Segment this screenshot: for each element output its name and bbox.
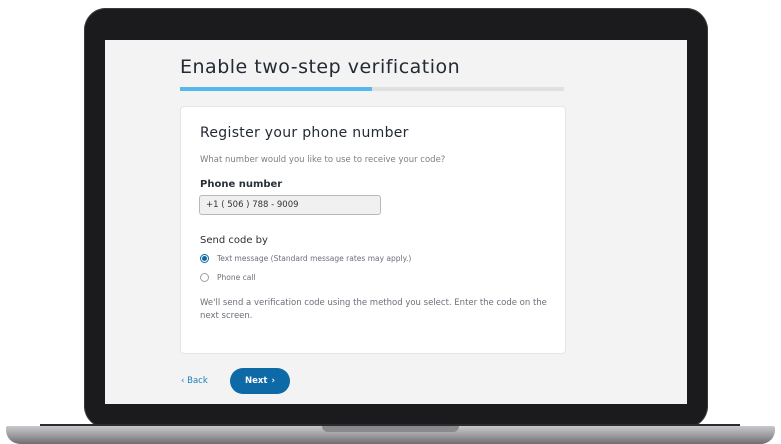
chevron-left-icon: ‹	[181, 376, 185, 386]
phone-registration-card: Register your phone number What number w…	[180, 106, 566, 354]
next-button[interactable]: Next ›	[230, 368, 290, 394]
progress-bar	[180, 87, 564, 91]
radio-option-label: Phone call	[217, 273, 256, 282]
laptop-screen: Enable two-step verification Register yo…	[105, 40, 687, 404]
chevron-right-icon: ›	[271, 376, 275, 386]
back-link[interactable]: ‹ Back	[181, 376, 208, 386]
back-label: Back	[187, 376, 208, 386]
next-label: Next	[245, 376, 268, 386]
card-title: Register your phone number	[200, 125, 409, 141]
radio-button-checked[interactable]	[200, 254, 209, 263]
laptop-notch	[322, 426, 459, 432]
radio-option-text-message[interactable]: Text message (Standard message rates may…	[200, 254, 411, 263]
progress-fill	[180, 87, 372, 91]
phone-number-input[interactable]	[199, 195, 381, 215]
page-title: Enable two-step verification	[180, 56, 461, 78]
radio-option-phone-call[interactable]: Phone call	[200, 273, 256, 282]
help-text: We'll send a verification code using the…	[200, 298, 547, 321]
card-subtitle: What number would you like to use to rec…	[200, 155, 446, 165]
radio-option-label: Text message (Standard message rates may…	[217, 254, 412, 263]
radio-button-unchecked[interactable]	[200, 273, 209, 282]
send-code-label: Send code by	[200, 235, 268, 246]
phone-number-label: Phone number	[200, 179, 283, 190]
